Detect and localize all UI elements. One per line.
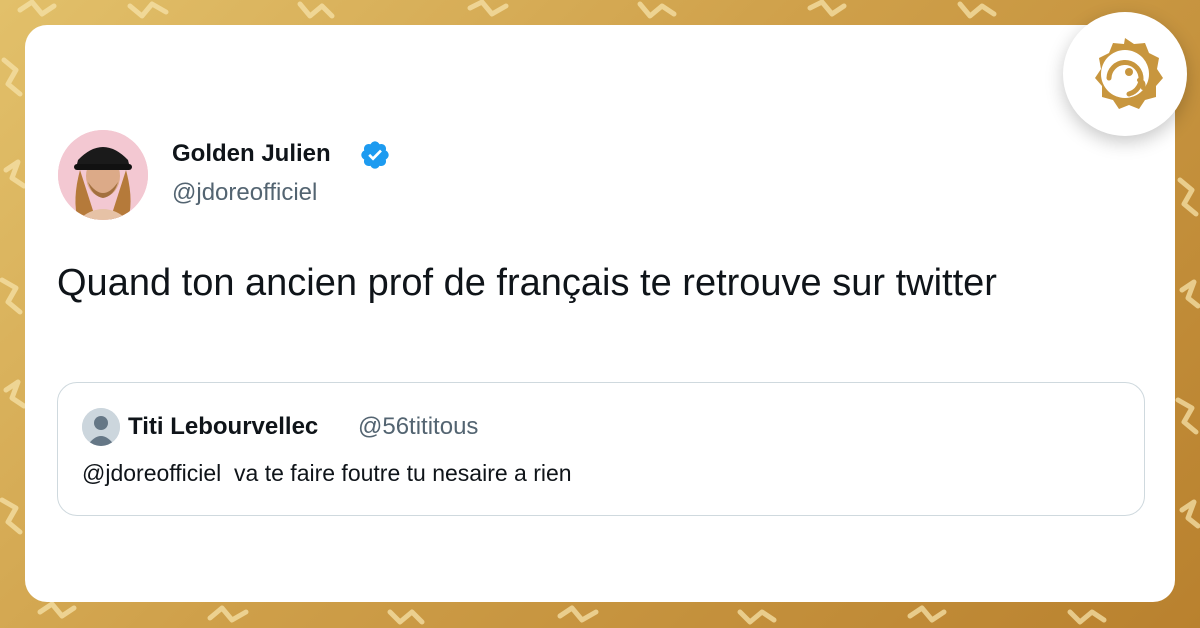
- tweet-card: Golden Julien @jdoreofficiel Quand ton a…: [25, 25, 1175, 602]
- author-name[interactable]: Golden Julien: [172, 140, 331, 168]
- author-avatar[interactable]: [58, 130, 148, 220]
- quoted-author-avatar[interactable]: [82, 408, 120, 446]
- quoted-author-handle[interactable]: @56tititous: [358, 413, 478, 441]
- brand-logo: [1063, 12, 1187, 136]
- quoted-author-name[interactable]: Titi Lebourvellec: [128, 413, 318, 441]
- verified-badge-icon: [361, 141, 389, 169]
- default-profile-icon: [82, 408, 120, 446]
- tweet-text: Quand ton ancien prof de français te ret…: [57, 262, 997, 304]
- quoted-tweet-text: @jdoreofficiel va te faire foutre tu nes…: [82, 460, 572, 486]
- quoted-tweet[interactable]: Titi Lebourvellec @56tititous @jdoreoffi…: [57, 382, 1145, 516]
- author-handle[interactable]: @jdoreofficiel: [172, 179, 317, 207]
- face-seal-logo-icon: [1095, 38, 1163, 109]
